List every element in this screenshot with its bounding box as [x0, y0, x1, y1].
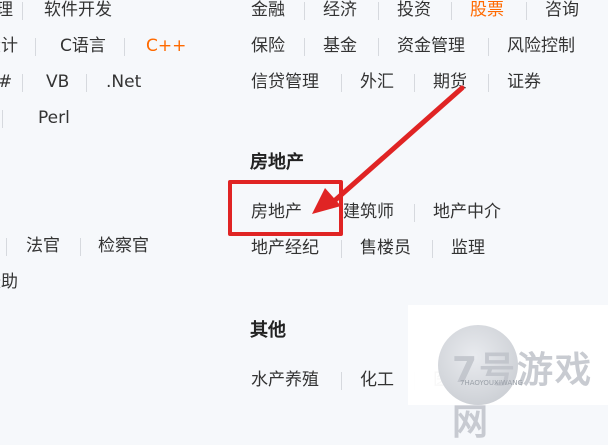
watermark-subtext: 7HAOYOUXIWANG: [460, 379, 523, 387]
watermark-logo: 7号游戏网 7HAOYOUXIWANG: [408, 305, 608, 443]
watermark-text: 7号游戏网: [452, 350, 594, 443]
